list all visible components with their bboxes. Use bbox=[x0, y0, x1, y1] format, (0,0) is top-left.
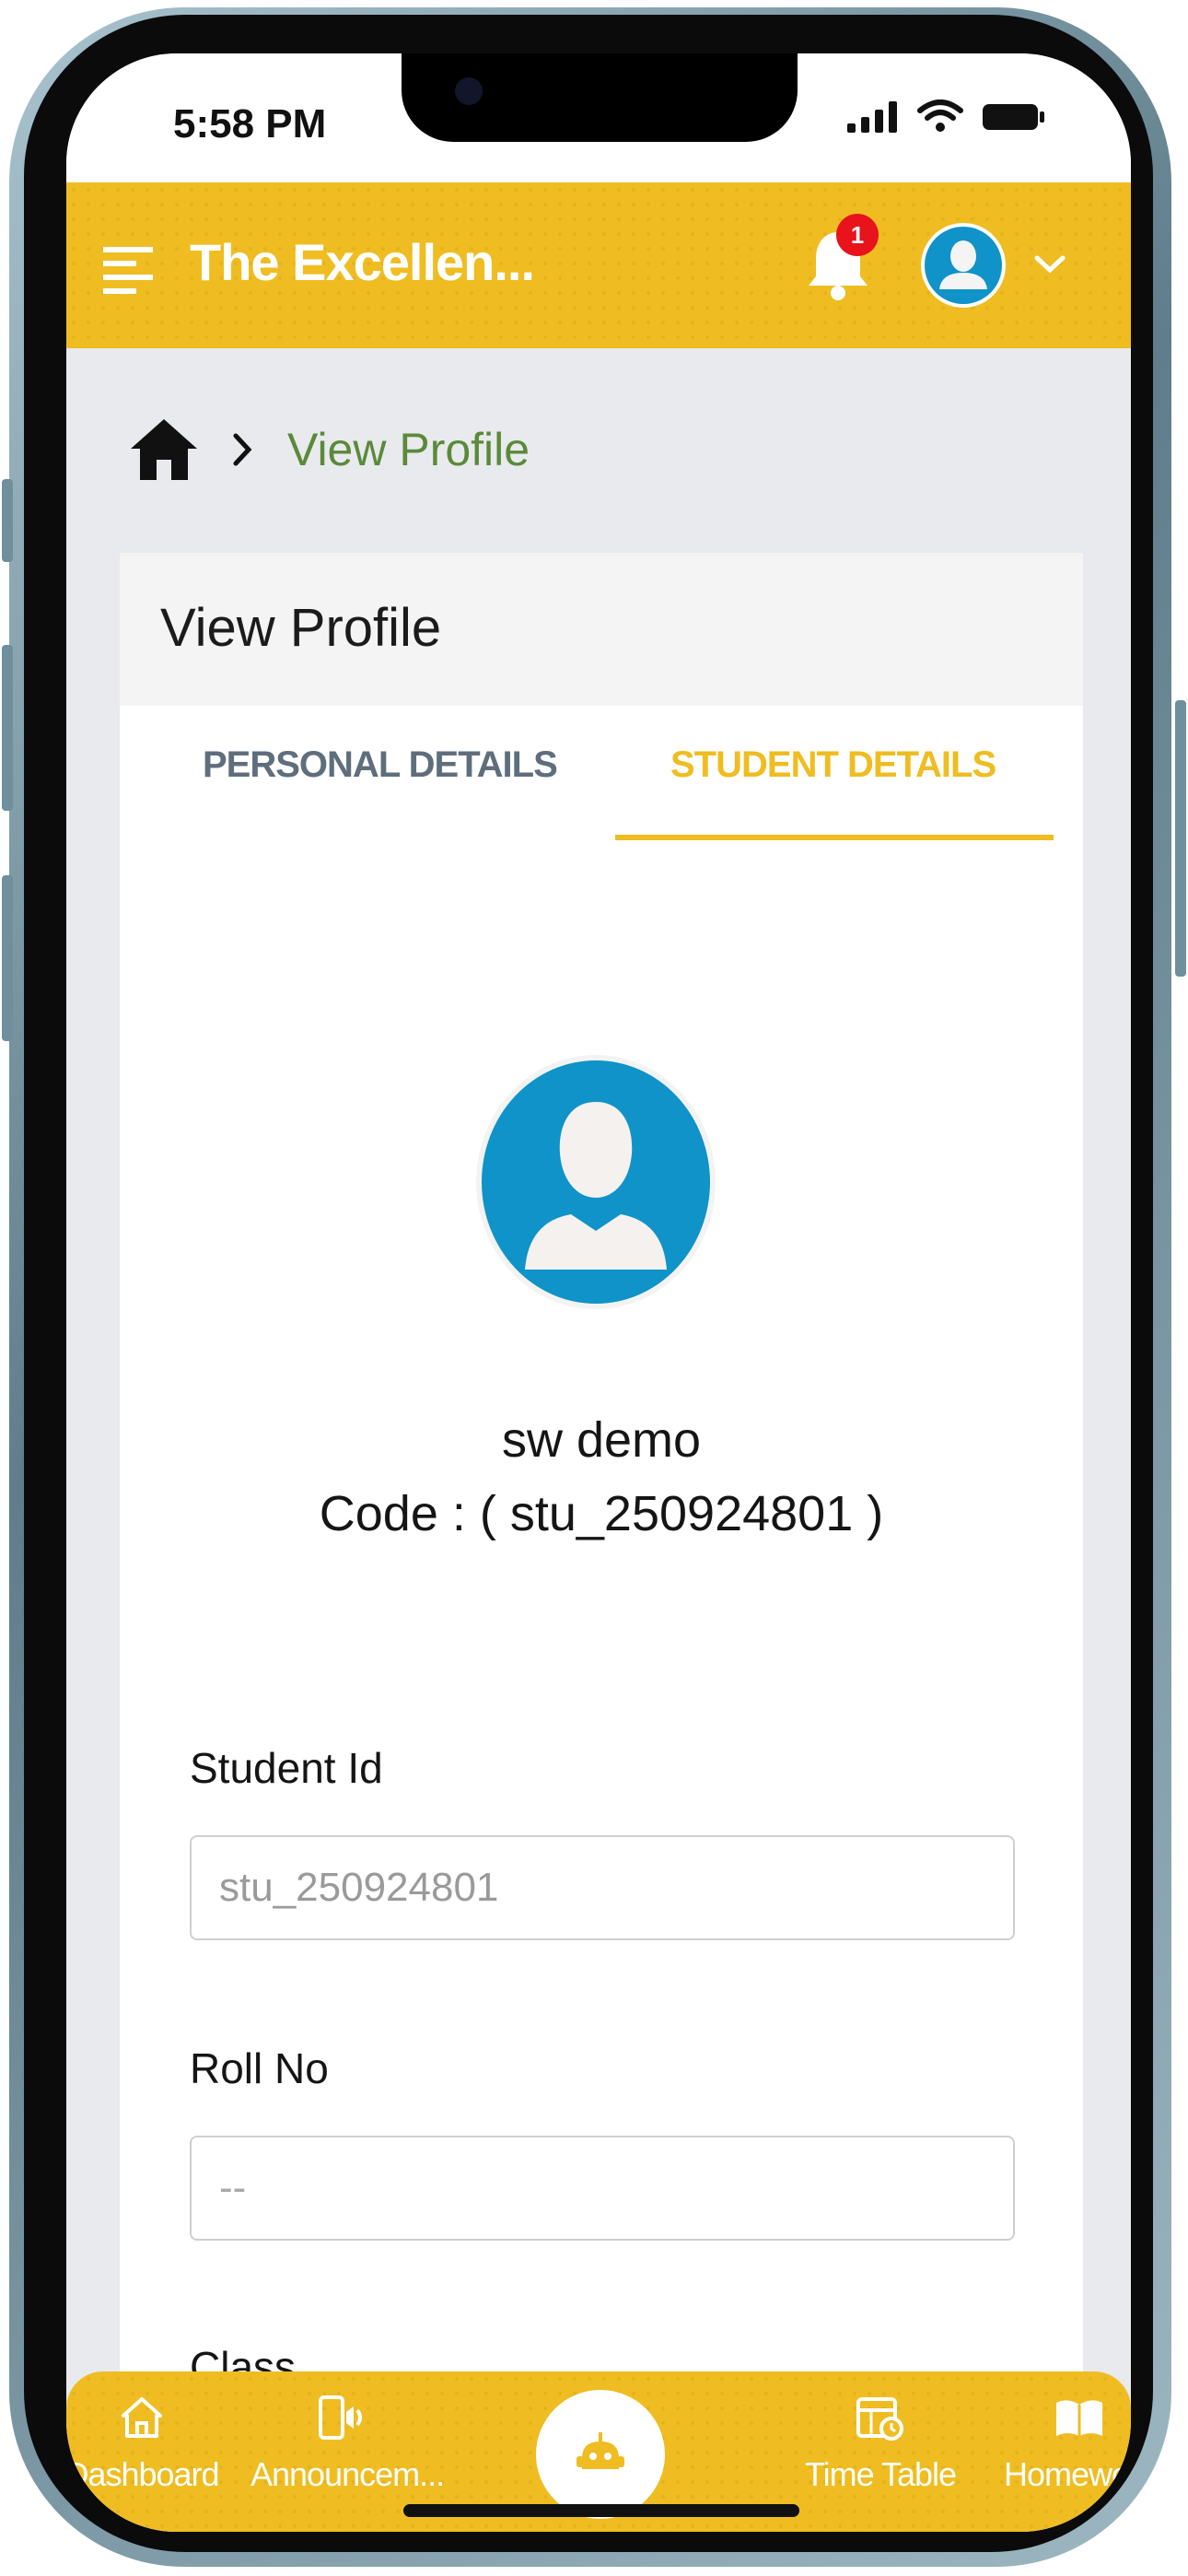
notification-badge: 1 bbox=[836, 214, 879, 256]
card-header: View Profile bbox=[120, 553, 1083, 706]
profile-card: View Profile PERSONAL DETAILS STUDENT DE… bbox=[120, 553, 1083, 2532]
side-button bbox=[2, 479, 13, 562]
menu-icon[interactable] bbox=[101, 245, 157, 297]
power-button bbox=[1175, 700, 1186, 977]
profile-tabs: PERSONAL DETAILS STUDENT DETAILS bbox=[120, 706, 1083, 853]
profile-code: Code : ( stu_250924801 ) bbox=[319, 1486, 884, 1541]
home-icon[interactable] bbox=[129, 417, 199, 482]
nav-announcements-label: Announcem... bbox=[250, 2455, 445, 2493]
signal-icon bbox=[847, 101, 897, 133]
roll-no-label: Roll No bbox=[190, 2044, 329, 2092]
app-title: The Excellen... bbox=[190, 233, 535, 291]
user-icon bbox=[925, 227, 1002, 304]
nav-time-table[interactable]: Time Table bbox=[788, 2394, 973, 2494]
page-title: View Profile bbox=[160, 598, 442, 658]
battery-icon bbox=[983, 104, 1044, 130]
status-icons bbox=[847, 100, 1046, 133]
home-indicator bbox=[403, 2504, 799, 2517]
app-header: The Excellen... 1 bbox=[66, 182, 1131, 348]
roll-no-field[interactable] bbox=[190, 2136, 1015, 2241]
robot-icon bbox=[577, 2432, 624, 2469]
home-icon bbox=[122, 2397, 162, 2438]
assistant-button[interactable] bbox=[536, 2390, 665, 2519]
student-id-label: Student Id bbox=[190, 1744, 383, 1792]
user-icon bbox=[476, 1055, 716, 1309]
active-tab-indicator bbox=[615, 835, 1054, 840]
student-id-field[interactable] bbox=[190, 1835, 1015, 1940]
nav-dashboard-label: Dashboard bbox=[66, 2455, 220, 2493]
nav-dashboard[interactable]: Dashboard bbox=[66, 2394, 234, 2494]
volume-up-button bbox=[2, 645, 13, 811]
volume-down-button bbox=[2, 875, 13, 1041]
homework-icon bbox=[1056, 2400, 1102, 2436]
notch bbox=[402, 53, 798, 142]
announcement-icon bbox=[319, 2395, 362, 2440]
user-avatar[interactable] bbox=[921, 223, 1006, 308]
chevron-right-icon bbox=[233, 433, 252, 466]
tab-personal-details[interactable]: PERSONAL DETAILS bbox=[203, 744, 558, 786]
breadcrumb-current: View Profile bbox=[287, 424, 530, 475]
breadcrumb: View Profile bbox=[129, 417, 530, 482]
nav-time-table-label: Time Table bbox=[804, 2455, 957, 2493]
nav-homework-label: Homework bbox=[1003, 2455, 1131, 2493]
app-screen: 5:58 PM The Excellen... 1 View Profile V… bbox=[66, 53, 1131, 2532]
chevron-down-icon[interactable] bbox=[1033, 254, 1066, 275]
profile-name: sw demo bbox=[501, 1412, 702, 1468]
camera-icon bbox=[455, 77, 483, 105]
tab-student-details[interactable]: STUDENT DETAILS bbox=[670, 744, 996, 786]
profile-avatar bbox=[472, 1050, 720, 1314]
status-time: 5:58 PM bbox=[173, 101, 327, 146]
nav-homework[interactable]: Homework bbox=[987, 2394, 1131, 2494]
wifi-icon bbox=[917, 100, 963, 132]
timetable-icon bbox=[856, 2397, 903, 2441]
status-bar: 5:58 PM bbox=[66, 53, 1131, 182]
nav-announcements[interactable]: Announcem... bbox=[250, 2394, 445, 2494]
